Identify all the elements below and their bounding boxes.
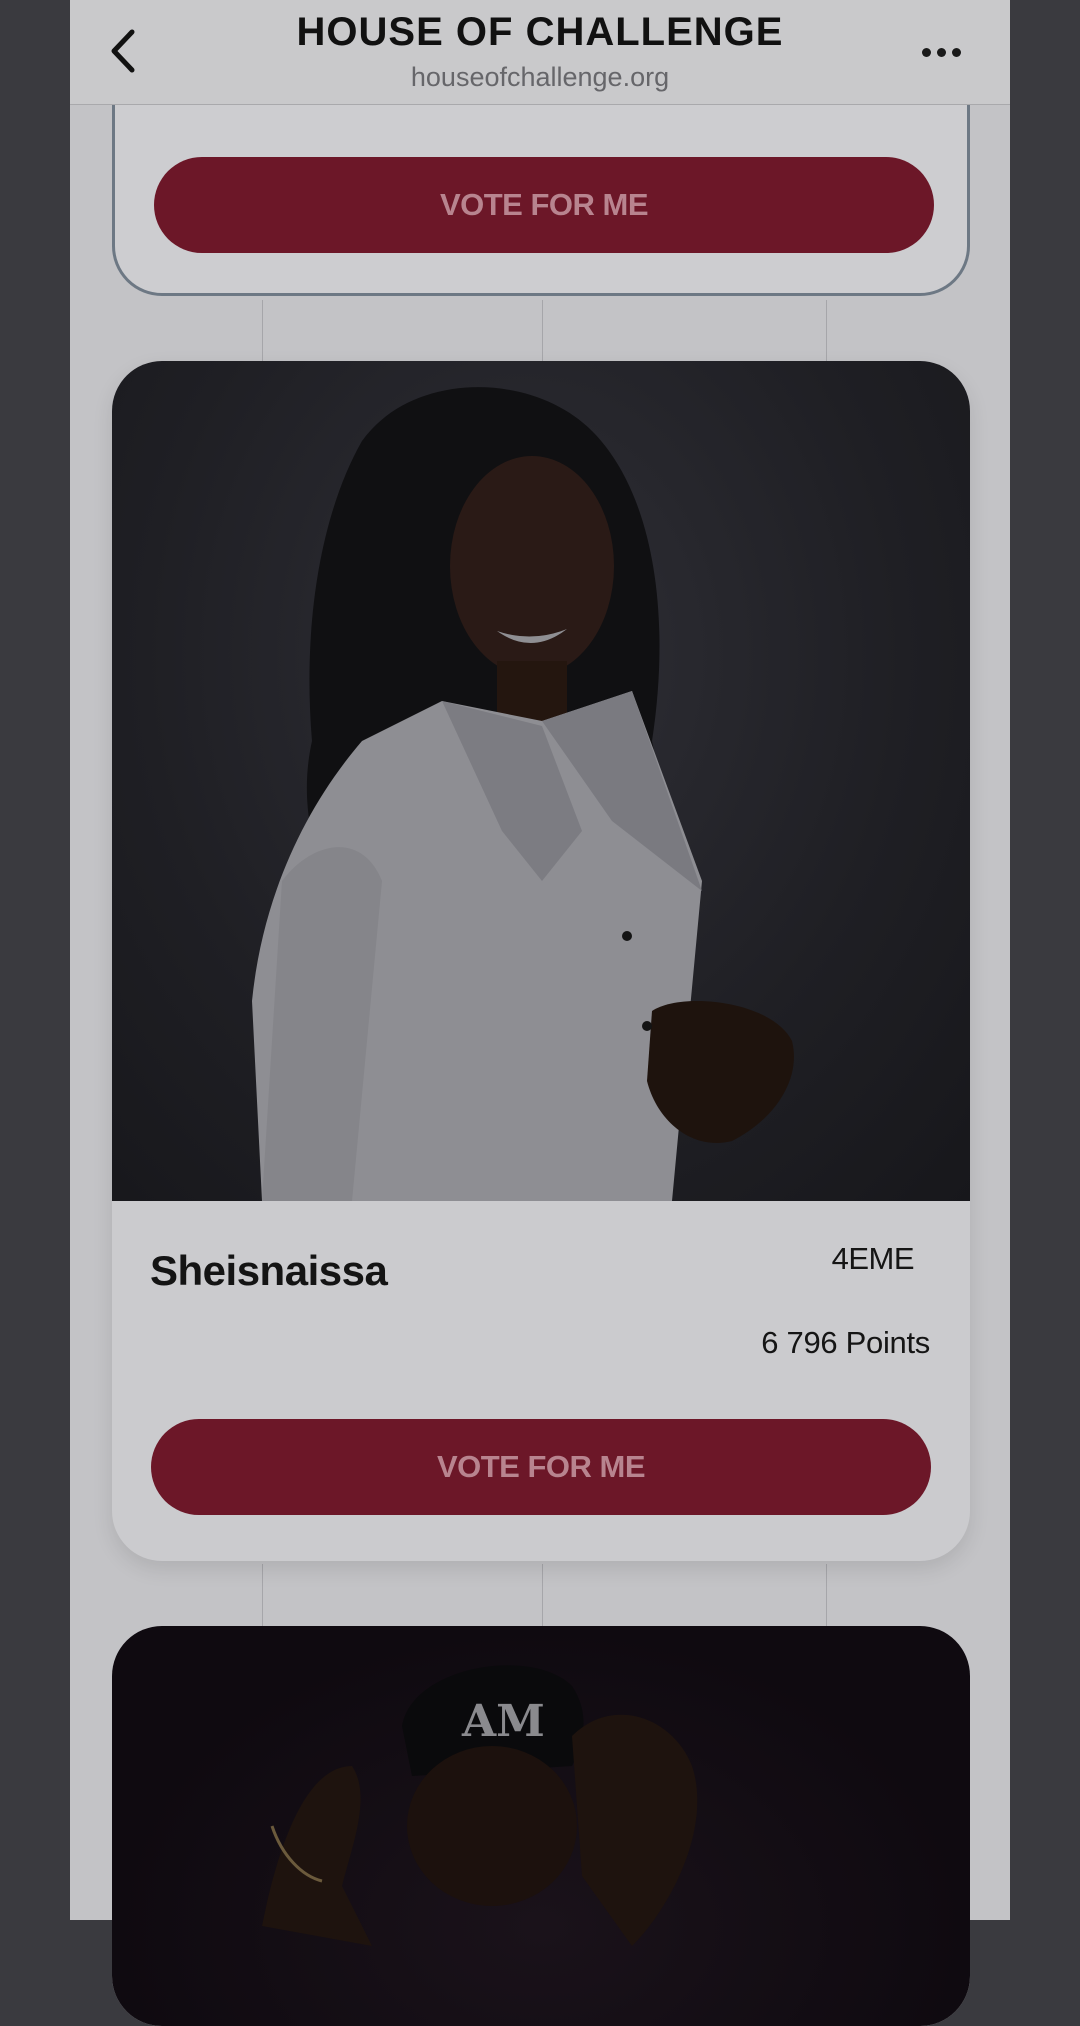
contestant-points: 6 796 Points xyxy=(761,1325,930,1360)
contestant-name: Sheisnaissa xyxy=(150,1247,388,1294)
cap-logo: AM xyxy=(461,1696,545,1747)
page-title: HOUSE OF CHALLENGE xyxy=(296,10,784,54)
contestant-portrait xyxy=(252,387,794,1201)
contestant-photo[interactable] xyxy=(112,361,970,1201)
divider xyxy=(826,300,827,362)
more-horizontal-icon[interactable] xyxy=(922,44,970,58)
contestant-portrait: AM xyxy=(262,1665,698,1946)
divider xyxy=(542,300,543,362)
divider xyxy=(262,300,263,362)
divider xyxy=(826,1564,827,1626)
site-url: houseofchallenge.org xyxy=(410,62,670,92)
contestant-rank: 4EME xyxy=(831,1241,915,1276)
divider xyxy=(542,1564,543,1626)
contestant-photo[interactable]: AM xyxy=(112,1626,970,2026)
contestant-card: Sheisnaissa 4EME 6 796 Points VOTE FOR M… xyxy=(112,361,970,1561)
contestant-card: AM AM xyxy=(112,1626,970,2026)
divider xyxy=(262,1564,263,1626)
browser-header: HOUSE OF CHALLENGE houseofchallenge.org xyxy=(70,0,1010,105)
vote-button[interactable]: VOTE FOR ME xyxy=(154,157,934,253)
vote-button[interactable]: VOTE FOR ME xyxy=(151,1419,931,1515)
